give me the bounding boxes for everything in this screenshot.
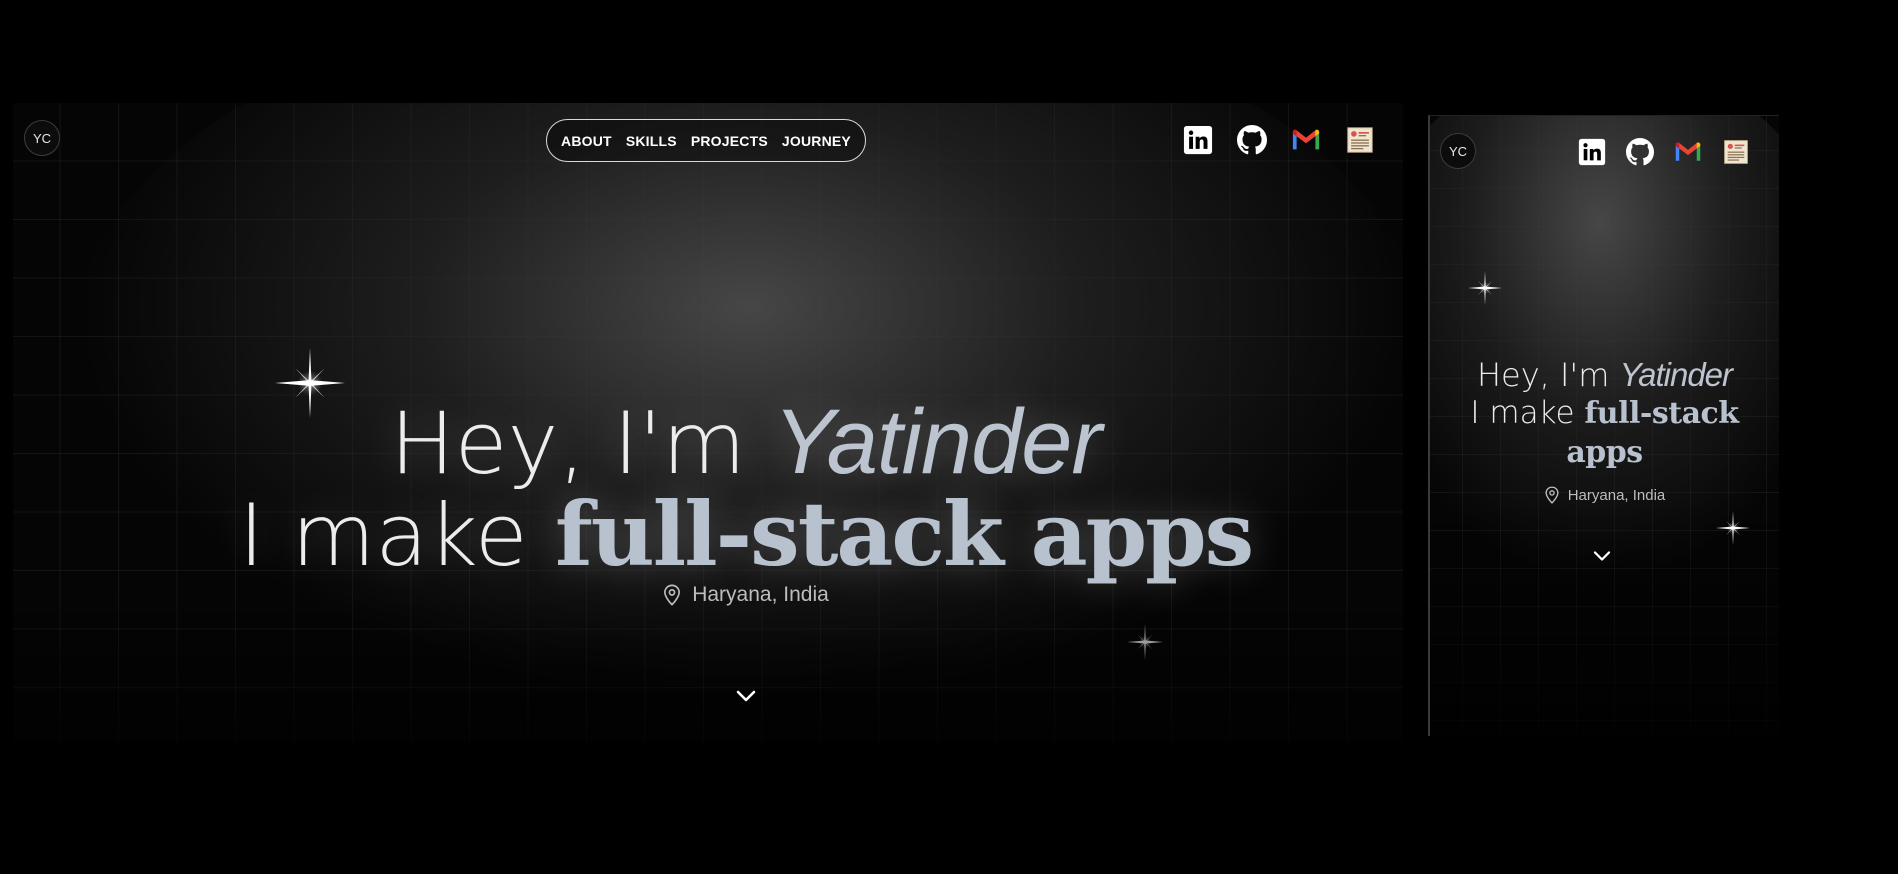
linkedin-icon[interactable] (1183, 125, 1213, 155)
sparkle-icon (1716, 511, 1750, 545)
hero-heading: Hey, I'm Yatinder I make full-stack apps (1430, 356, 1779, 472)
hero-heading: Hey, I'm Yatinder I make full-stack apps (13, 394, 1403, 581)
logo-button[interactable]: YC (1440, 133, 1476, 169)
hero-line2-prefix: I make (1470, 395, 1585, 431)
hero-greeting: Hey, I'm (1476, 356, 1620, 394)
location-pin-icon (662, 584, 682, 606)
desktop-preview: YC ABOUT SKILLS PROJECTS JOURNEY Hey, I'… (13, 103, 1403, 743)
bottom-fade (13, 593, 1403, 743)
github-icon[interactable] (1626, 138, 1654, 166)
location: Haryana, India (1430, 486, 1779, 504)
resume-icon[interactable] (1345, 125, 1375, 155)
location: Haryana, India (13, 583, 1403, 607)
hero-line2-prefix: I make (238, 486, 555, 586)
sparkle-icon (1127, 624, 1163, 660)
social-links (1578, 138, 1770, 166)
linkedin-icon[interactable] (1578, 138, 1606, 166)
scroll-down-icon[interactable] (1592, 549, 1612, 563)
hero-line2-accent: full-stack apps (1566, 396, 1739, 470)
gmail-icon[interactable] (1291, 125, 1321, 155)
hero-name: Yatinder (1619, 356, 1733, 393)
main-nav: ABOUT SKILLS PROJECTS JOURNEY (546, 119, 866, 162)
nav-about[interactable]: ABOUT (561, 133, 612, 149)
github-icon[interactable] (1237, 125, 1267, 155)
logo-button[interactable]: YC (24, 120, 60, 156)
resume-icon[interactable] (1722, 138, 1750, 166)
mobile-preview: YC Hey, I'm Yatinder I make full-stack a… (1428, 115, 1779, 736)
nav-journey[interactable]: JOURNEY (782, 133, 851, 149)
scroll-down-icon[interactable] (735, 688, 757, 704)
location-pin-icon (1544, 486, 1560, 504)
location-text: Haryana, India (692, 583, 829, 606)
gmail-icon[interactable] (1674, 138, 1702, 166)
location-text: Haryana, India (1567, 486, 1666, 504)
nav-projects[interactable]: PROJECTS (691, 133, 768, 149)
sparkle-icon (1468, 271, 1502, 305)
hero-greeting: Hey, I'm (389, 394, 774, 494)
hero-name: Yatinder (773, 391, 1102, 493)
hero-line2-accent: full-stack apps (554, 482, 1254, 586)
nav-skills[interactable]: SKILLS (626, 133, 677, 149)
social-links (1183, 125, 1399, 155)
